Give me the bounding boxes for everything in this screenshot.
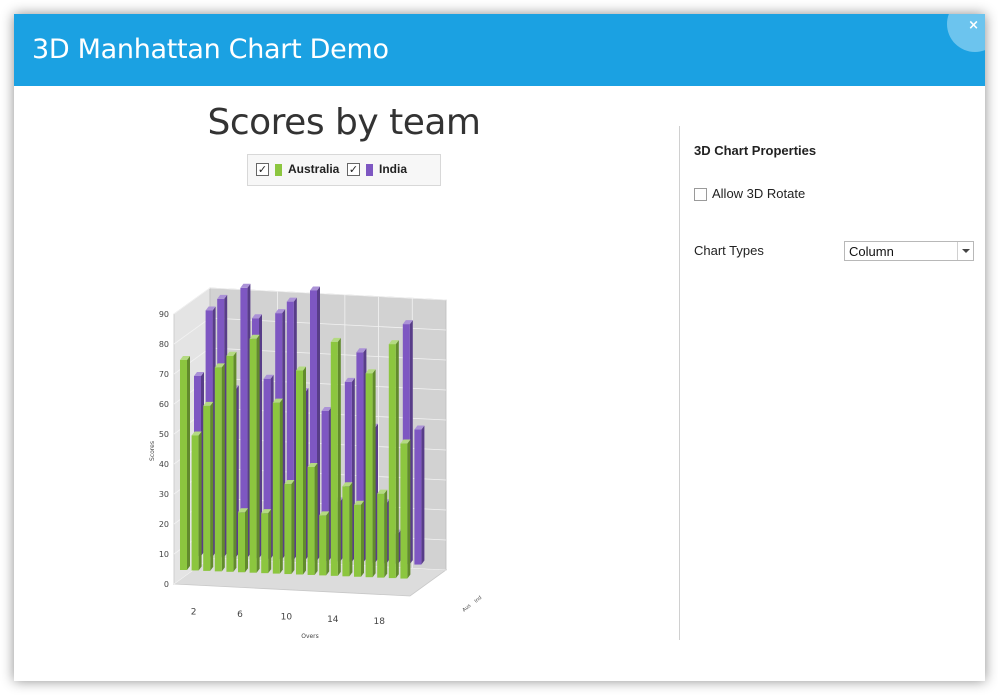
australia-bar <box>249 338 257 573</box>
australia-bar-side <box>291 480 295 575</box>
panel-divider <box>679 126 680 640</box>
india-bar-side <box>421 425 425 565</box>
chart-title: Scores by team <box>207 102 481 143</box>
australia-bar-side <box>303 366 306 575</box>
australia-bar <box>319 515 327 576</box>
demo-window: 3D Manhattan Chart Demo × Scores by team… <box>14 14 985 681</box>
australia-bar-side <box>210 401 214 571</box>
x-axis-tick-label: 6 <box>237 610 243 620</box>
australia-bar-side <box>372 369 376 578</box>
australia-bar <box>365 373 373 578</box>
legend-checkbox-india[interactable]: ✓ <box>347 163 360 176</box>
close-icon[interactable]: × <box>968 18 979 33</box>
x-axis-tick-label: 10 <box>281 612 293 622</box>
australia-bar <box>307 466 315 575</box>
y-axis-tick-label: 10 <box>159 550 169 559</box>
legend-label-india: India <box>379 162 408 176</box>
australia-bar-side <box>268 509 272 574</box>
close-button-bg[interactable] <box>947 14 985 52</box>
chart-legend: ✓ Australia ✓ India <box>247 154 441 186</box>
depth-axis-tick-label: Aus <box>461 603 472 614</box>
australia-bar <box>238 512 245 573</box>
x-axis-tick-label: 18 <box>373 617 385 627</box>
australia-bar-side <box>349 482 353 577</box>
australia-bar <box>330 341 338 576</box>
y-axis-tick-label: 80 <box>159 340 169 349</box>
y-axis-tick-label: 60 <box>159 400 169 409</box>
australia-bar <box>354 504 361 577</box>
window-title: 3D Manhattan Chart Demo <box>32 34 389 65</box>
properties-heading: 3D Chart Properties <box>694 143 817 158</box>
australia-bar <box>284 484 292 575</box>
australia-bar-side <box>326 511 330 576</box>
australia-bar-side <box>384 489 388 578</box>
chart-type-dropdown-button[interactable] <box>957 242 973 260</box>
australia-bar <box>296 370 303 575</box>
allow-rotate-label[interactable]: Allow 3D Rotate <box>712 186 805 201</box>
properties-panel: 3D Chart Properties Allow 3D Rotate Char… <box>694 86 985 681</box>
manhattan-chart-plot: 0 10 20 30 40 50 60 70 80 90 Scores 2 6 10 14 18 Overs Au… <box>149 283 483 640</box>
title-bar: 3D Manhattan Chart Demo × <box>14 14 985 86</box>
chart-type-select[interactable]: Column <box>844 241 974 261</box>
australia-bar-side <box>187 356 190 570</box>
y-axis-tick-label: 20 <box>159 520 169 529</box>
y-axis-title: Scores <box>149 441 156 461</box>
australia-bar <box>272 402 280 574</box>
australia-bar <box>261 513 269 574</box>
x-axis-title: Overs <box>301 633 319 640</box>
chart-type-value: Column <box>849 244 894 259</box>
x-axis-tick-label: 2 <box>191 608 197 618</box>
australia-bar-side <box>279 398 283 574</box>
y-axis-tick-label: 40 <box>159 460 169 469</box>
y-axis-tick-label: 50 <box>159 430 169 439</box>
chart-area: Scores by team ✓ Australia ✓ India 0 10 20… <box>14 86 674 681</box>
australia-bar <box>377 493 385 578</box>
australia-bar-side <box>233 351 237 572</box>
australia-bar-side <box>395 340 399 579</box>
australia-bar <box>342 486 350 577</box>
australia-bar <box>203 405 211 571</box>
australia-bar <box>191 435 199 571</box>
depth-axis-tick-label: Ind <box>473 595 483 605</box>
australia-bar-side <box>314 462 318 575</box>
australia-bar-side <box>256 334 260 573</box>
legend-label-australia: Australia <box>288 162 340 176</box>
legend-checkbox-australia[interactable]: ✓ <box>256 163 269 176</box>
australia-bar-side <box>361 500 364 577</box>
india-bar <box>414 429 422 565</box>
australia-bar-side <box>221 363 225 572</box>
australia-bar-side <box>337 337 341 576</box>
australia-bar <box>400 443 408 579</box>
australia-bar <box>180 360 187 570</box>
y-axis-tick-label: 90 <box>159 310 169 319</box>
australia-bar-side <box>245 508 248 573</box>
legend-swatch-india <box>366 164 373 176</box>
x-axis-tick-label: 14 <box>327 615 339 625</box>
allow-rotate-checkbox[interactable] <box>694 188 707 201</box>
y-axis-tick-label: 0 <box>164 580 169 589</box>
y-axis-tick-label: 30 <box>159 490 169 499</box>
chart-types-label: Chart Types <box>694 243 764 258</box>
australia-bar <box>226 355 234 572</box>
y-axis-tick-label: 70 <box>159 370 169 379</box>
chevron-down-icon <box>962 249 970 253</box>
australia-bar <box>388 344 396 579</box>
australia-bar-side <box>198 431 202 571</box>
australia-bar <box>214 367 222 572</box>
legend-swatch-australia <box>275 164 282 176</box>
australia-bar-side <box>407 439 411 579</box>
